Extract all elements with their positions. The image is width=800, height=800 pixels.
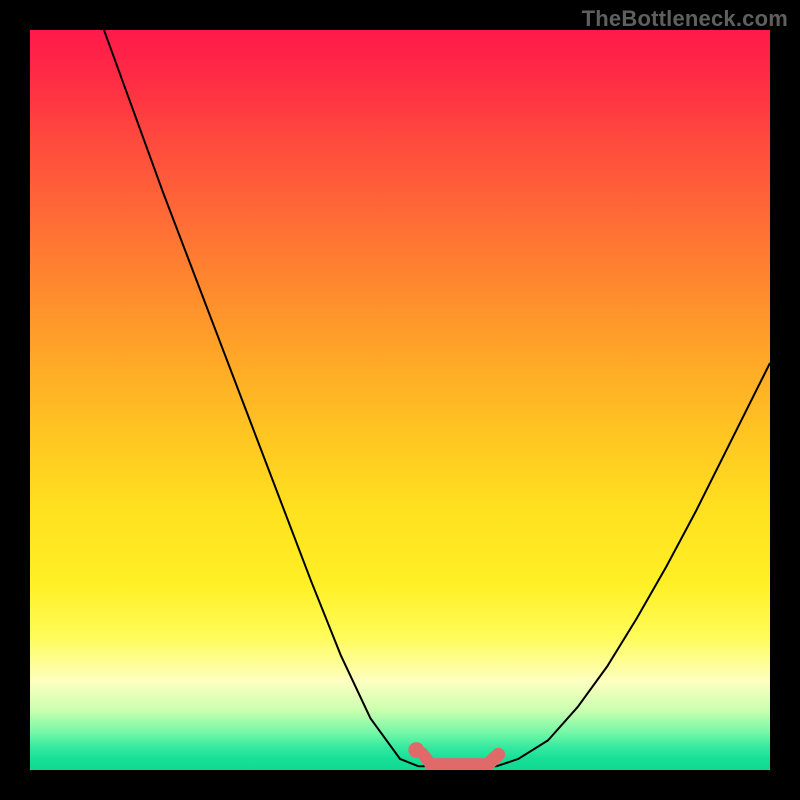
chart-frame: TheBottleneck.com bbox=[0, 0, 800, 800]
bottleneck-curve bbox=[104, 30, 770, 766]
plot-area bbox=[30, 30, 770, 770]
highlight-markers bbox=[409, 743, 499, 765]
marker-stroke bbox=[487, 754, 498, 764]
watermark-label: TheBottleneck.com bbox=[582, 6, 788, 32]
curve-right-branch bbox=[496, 363, 770, 766]
curve-svg bbox=[30, 30, 770, 770]
curve-left-branch bbox=[104, 30, 419, 766]
